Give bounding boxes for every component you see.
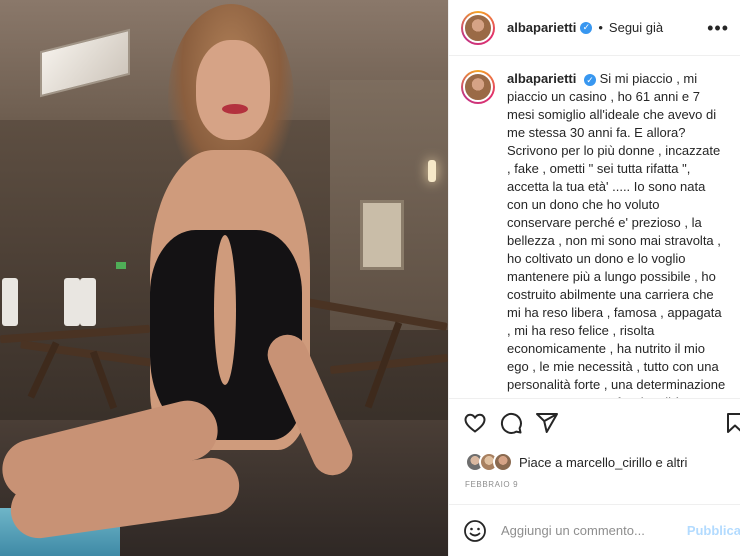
photo-wall-frame [360,200,404,270]
caption: albaparietti ✓ Si mi piaccio , mi piacci… [507,70,727,398]
comment-icon[interactable] [499,411,523,435]
caption-text: Si mi piaccio , mi piaccio un casino , h… [507,71,726,398]
photo-woman-lips [222,104,248,114]
post-date[interactable]: FEBBRAIO 9 [465,480,518,489]
username[interactable]: albaparietti [507,20,576,35]
more-options-icon[interactable]: ••• [707,18,729,39]
comment-bar: Pubblica [449,504,740,556]
photo-swimsuit-cutout [214,235,236,385]
emoji-icon[interactable] [463,519,487,543]
bookmark-icon[interactable] [723,411,740,435]
likes-row: Piace a marcello_cirillo e altri [465,452,687,472]
avatar-image [463,12,493,43]
publish-button[interactable]: Pubblica [687,523,740,538]
photo-exit-sign [116,262,126,269]
follow-status-button[interactable]: Segui già [609,20,663,35]
comment-input[interactable] [501,523,671,538]
liker-avatars [465,452,513,472]
action-bar [449,398,740,448]
verified-badge-icon: ✓ [580,21,593,34]
heart-icon[interactable] [463,411,487,435]
verified-badge-icon: ✓ [583,73,596,86]
photo-towel [2,278,18,326]
caption-area: albaparietti ✓ Si mi piaccio , mi piacci… [449,56,740,398]
photo-wall-lamp [428,160,436,182]
separator-dot: • [598,20,603,35]
post-side-panel: albaparietti ✓ • Segui già ••• albaparie… [448,0,740,556]
likes-text[interactable]: Piace a marcello_cirillo e altri [519,455,687,470]
caption-username[interactable]: albaparietti [507,71,576,86]
post-photo[interactable] [0,0,448,556]
share-icon[interactable] [535,411,559,435]
photo-towel [80,278,96,326]
liker-avatar[interactable] [493,452,513,472]
post-header: albaparietti ✓ • Segui già ••• [449,0,740,56]
photo-woman-face [196,40,270,140]
caption-avatar[interactable] [461,70,495,104]
avatar-image [463,72,493,102]
photo-towel [64,278,80,326]
avatar[interactable] [461,10,495,45]
